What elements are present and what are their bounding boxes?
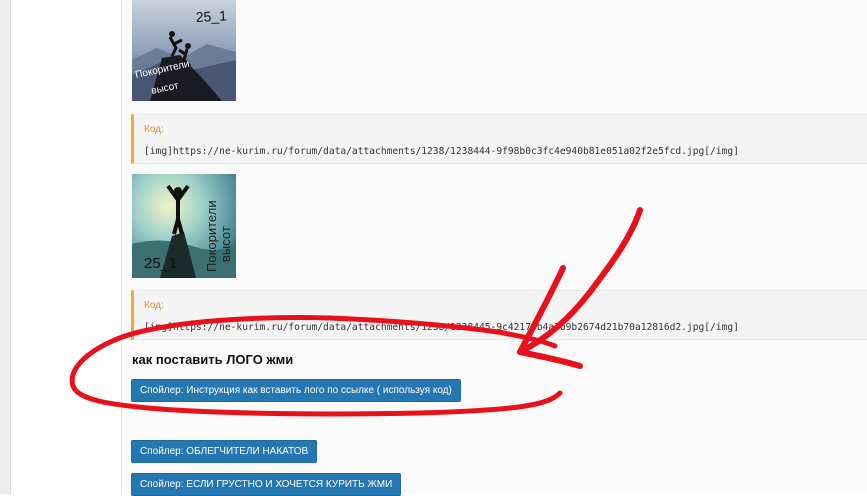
- code-text[interactable]: [img]https://ne-kurim.ru/forum/data/atta…: [144, 146, 739, 157]
- spoiler-grustno-button[interactable]: Спойлер: ЕСЛИ ГРУСТНО И ХОЧЕТСЯ КУРИТЬ Ж…: [131, 473, 402, 496]
- spoiler-oblegchiteli-button[interactable]: Спойлер: ОБЛЕГЧИТЕЛИ НАКАТОВ: [131, 440, 318, 463]
- attachment-image-2[interactable]: 25_1 Покорители высот: [132, 174, 236, 278]
- image2-caption-line1: Покорители: [204, 200, 219, 272]
- image1-number: 25_1: [195, 7, 227, 25]
- code-block-2: Код: [img]https://ne-kurim.ru/forum/data…: [131, 290, 867, 340]
- image2-number: 25_1: [144, 255, 177, 272]
- code-label: Код:: [144, 300, 164, 311]
- code-label: Код:: [144, 124, 164, 135]
- code-block-1: Код: [img]https://ne-kurim.ru/forum/data…: [131, 114, 867, 164]
- attachment-image-1[interactable]: 25_1 Покорители высот: [132, 0, 236, 104]
- image2-caption-line2: высот: [218, 226, 233, 262]
- code-text[interactable]: [img]https://ne-kurim.ru/forum/data/atta…: [144, 322, 739, 333]
- left-rail: [0, 0, 11, 494]
- spoiler-logo-instruction-button[interactable]: Спойлер: Инструкция как вставить лого по…: [131, 379, 461, 402]
- logo-instruction-heading: как поставить ЛОГО жми: [132, 352, 294, 367]
